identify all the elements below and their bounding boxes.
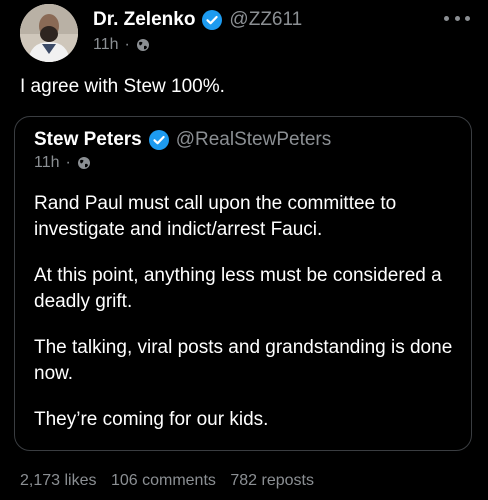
likes-count[interactable]: 2,173 likes [20,472,97,489]
verified-badge-icon [148,129,170,151]
quoted-paragraph: The talking, viral posts and grandstandi… [34,337,453,384]
author-handle[interactable]: @ZZ611 [229,9,302,31]
post-timestamp[interactable]: 11h [93,36,119,54]
quoted-header: Stew Peters @RealStewPeters [34,129,331,151]
quoted-timestamp[interactable]: 11h [34,154,60,172]
globe-icon [77,156,91,170]
quoted-paragraph: Rand Paul must call upon the committee t… [34,193,397,240]
quoted-author-name[interactable]: Stew Peters [34,129,142,151]
quoted-post[interactable]: Stew Peters @RealStewPeters 11h · Rand P… [14,116,472,451]
quoted-body: Rand Paul must call upon the committee t… [34,191,454,453]
post-meta: 11h · [93,36,150,54]
quoted-paragraph: They’re coming for our kids. [34,409,269,430]
globe-icon [136,38,150,52]
separator-dot: · [124,36,130,53]
quoted-paragraph: At this point, anything less must be con… [34,265,442,312]
comments-count[interactable]: 106 comments [111,472,216,489]
avatar[interactable] [20,4,78,62]
avatar-image [20,4,78,62]
reposts-count[interactable]: 782 reposts [230,472,314,489]
verified-badge-icon [201,9,223,31]
post-header: Dr. Zelenko @ZZ611 [93,6,302,34]
quoted-author-handle[interactable]: @RealStewPeters [176,129,332,151]
more-horizontal-icon[interactable] [444,10,470,26]
post-text: I agree with Stew 100%. [20,76,225,97]
author-name[interactable]: Dr. Zelenko [93,9,195,31]
post-stats: 2,173 likes 106 comments 782 reposts [20,472,324,490]
quoted-meta: 11h · [34,154,91,172]
separator-dot: · [65,154,71,171]
post: Dr. Zelenko @ZZ611 11h · I agree with St… [0,0,488,500]
